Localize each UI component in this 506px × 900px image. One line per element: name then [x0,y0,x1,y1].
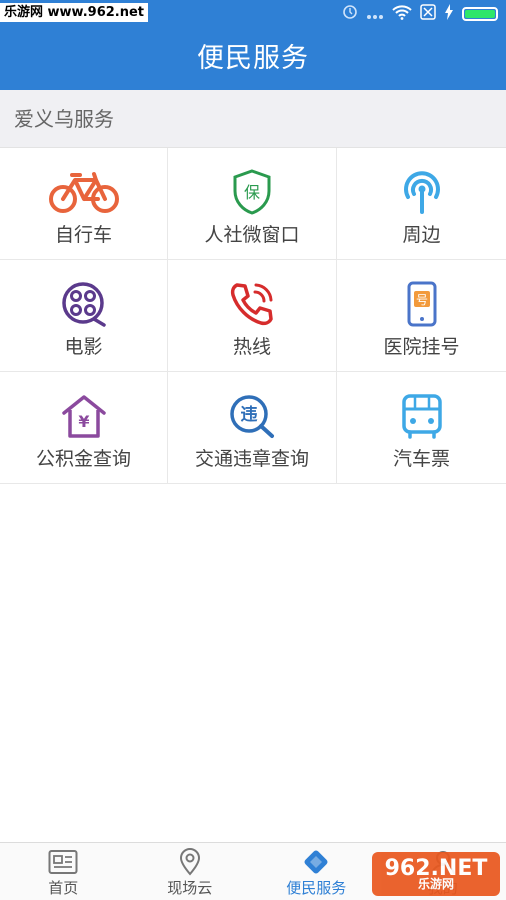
bicycle-icon [48,168,120,216]
status-icons [342,4,498,24]
service-label: 周边 [402,224,441,246]
tab-label: 现场云 [167,879,213,897]
film-reel-icon [48,280,120,328]
alarm-icon [342,4,358,24]
services-icon [301,848,331,876]
service-label: 电影 [64,336,103,358]
charging-icon [444,4,454,24]
tab-live-cloud[interactable]: 现场云 [127,843,254,900]
mobile-registration-icon: 号 [386,280,458,328]
service-label: 交通违章查询 [194,448,309,470]
watermark: 乐游网 www.962.net [0,3,149,22]
shield-badge-text: 保 [244,183,260,202]
newspaper-icon [48,848,78,876]
service-label: 自行车 [54,224,112,246]
wifi-icon [392,4,412,24]
house-yuan-icon: ¥ [48,392,120,440]
traffic-search-icon: 违 [216,392,288,440]
page-title: 便民服务 [0,28,506,90]
service-label: 热线 [232,336,271,358]
services-grid: 自行车 保 人社微窗口 周边 电影 热线 号 医院挂号 ¥ 公积金查询 违 交通… [0,148,506,484]
service-nearby[interactable]: 周边 [337,148,506,260]
yuan-badge-text: ¥ [78,412,89,431]
service-traffic-violation[interactable]: 违 交通违章查询 [168,372,337,484]
service-bus-ticket[interactable]: 汽车票 [337,372,506,484]
service-label: 医院挂号 [383,336,460,358]
location-pin-icon [175,848,205,876]
service-housing-fund[interactable]: ¥ 公积金查询 [0,372,168,484]
status-bar: 乐游网 www.962.net [0,0,506,28]
service-hospital-registration[interactable]: 号 医院挂号 [337,260,506,372]
service-label: 人社微窗口 [204,224,300,246]
more-icon [366,5,384,24]
brand-logo: 962.NET 乐游网 [372,852,500,896]
section-title: 爱义乌服务 [0,90,506,148]
tab-services[interactable]: 便民服务 [253,843,380,900]
tab-label: 便民服务 [286,879,347,897]
service-label: 汽车票 [392,448,450,470]
service-movie[interactable]: 电影 [0,260,168,372]
tab-label: 首页 [48,879,79,897]
violation-badge-text: 违 [241,404,258,425]
sim-icon [420,4,436,24]
phone-icon [216,280,288,328]
service-label: 公积金查询 [35,448,131,470]
service-bicycle[interactable]: 自行车 [0,148,168,260]
tab-home[interactable]: 首页 [0,843,127,900]
service-social-security[interactable]: 保 人社微窗口 [168,148,337,260]
battery-icon [462,7,498,21]
registration-badge-text: 号 [415,293,427,307]
location-signal-icon [386,168,458,216]
shield-icon: 保 [216,168,288,216]
bus-icon [386,392,458,440]
service-hotline[interactable]: 热线 [168,260,337,372]
